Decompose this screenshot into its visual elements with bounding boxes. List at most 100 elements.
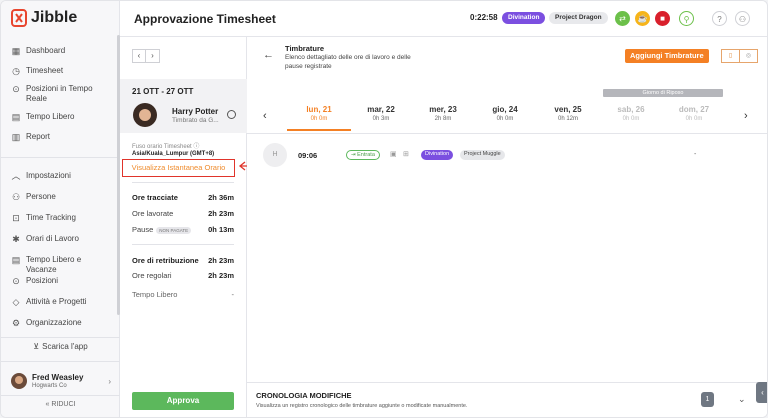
sidebar-divider [1,395,120,396]
previous-week-button[interactable]: ‹ [132,49,146,63]
timesheet-panel: ‹ › 21 OTT - 27 OTT Harry Potter Timbrat… [120,37,247,417]
day-tab-tue[interactable]: mar, 22 0h 3m [352,105,410,122]
report-icon: ▥ [11,132,21,142]
download-icon: ⊻ [33,342,40,351]
list-view-icon[interactable]: ▯ [722,50,739,62]
week-range: 21 OTT - 27 OTT [132,87,194,96]
sidebar-item-label: Organizzazione [26,318,82,327]
regular-hours-row: Ore regolari 2h 23m [132,271,234,280]
collapse-sidebar-button[interactable]: « RIDUCI [1,401,120,408]
sidebar-item-organization[interactable]: ⚙ Organizzazione [1,318,120,339]
day-tab-sun[interactable]: dom, 27 0h 0m [665,105,723,122]
sidebar-item-label: Impostazioni [26,171,71,180]
sidebar-item-locations[interactable]: ⊙ Posizioni [1,276,120,297]
sidebar-item-people[interactable]: ⚇ Persone [1,192,120,213]
nav-main: ▦ Dashboard ◷ Timesheet ⊙ Posizioni in T… [1,46,120,150]
sidebar-item-label: Tempo Libero e Vacanze [26,255,82,274]
rest-day-label: Giorno di Riposo [603,89,723,97]
dashboard-icon: ▦ [11,46,21,56]
location-icon: ⊙ [12,276,20,286]
pay-hours-row: Ore di retribuzione 2h 23m [132,256,234,265]
chevron-right-icon[interactable]: › [744,110,748,122]
entry-time[interactable]: 09:06 [298,151,317,160]
photo-icon: ⊞ [403,151,409,158]
gear-icon: ⚙ [11,318,21,328]
tracked-hours-row: Ore tracciate 2h 36m [132,193,234,202]
brand-name: Jibble [31,9,78,26]
sidebar-item-label: Tempo Libero [26,112,75,121]
location-icon: ⊙ [12,84,20,94]
sidebar-item-settings[interactable]: ︿ Impostazioni [1,171,120,192]
week-navigation: ‹ › [132,49,160,63]
switch-icon[interactable]: ⇄ [615,11,630,26]
download-app-button[interactable]: ⊻ Scarica l'app [1,342,120,351]
sidebar: Jibble ▦ Dashboard ◷ Timesheet ⊙ Posizio… [1,1,120,417]
sidebar-divider [1,337,120,338]
user-menu[interactable]: Fred Weasley Hogwarts Co › [11,371,111,391]
activity-chip[interactable]: Divination [502,12,546,24]
project-chip[interactable]: Project Dragon [549,12,608,24]
app-window: Jibble ▦ Dashboard ◷ Timesheet ⊙ Posizio… [0,0,768,418]
worked-hours-row: Ore lavorate 2h 23m [132,209,234,218]
sidebar-item-holidays[interactable]: ▤ Tempo Libero e Vacanze [1,255,120,276]
view-toggle: ▯ ◎ [721,49,758,63]
sidebar-item-label: Timesheet [26,66,64,75]
person-status: Timbrato da G... [172,117,219,124]
person-name: Harry Potter [172,107,219,116]
collapse-label: RIDUCI [51,401,76,408]
timezone-value: Asia/Kuala_Lumpur (GMT+8) [132,151,215,157]
approve-button[interactable]: Approva [132,392,234,410]
chevron-down-icon[interactable]: ⌄ [738,394,746,405]
calendar-icon: ▤ [11,255,21,265]
day-tab-thu[interactable]: gio, 24 0h 0m [476,105,534,122]
sidebar-item-timesheet[interactable]: ◷ Timesheet [1,66,120,84]
sidebar-item-time-off[interactable]: ▤ Tempo Libero [1,112,120,132]
select-radio[interactable] [227,110,236,119]
map-view-icon[interactable]: ◎ [739,50,757,62]
clock-in-user-icon[interactable]: ⚲ [679,11,694,26]
day-tab-mon[interactable]: lun, 21 0h 0m [290,105,348,122]
sidebar-divider [1,361,120,362]
sidebar-item-time-tracking[interactable]: ⊡ Time Tracking [1,213,120,234]
view-schedule-snapshot-link[interactable]: Visualizza Istantanea Orario [122,159,235,177]
day-tab-fri[interactable]: ven, 25 0h 12m [539,105,597,122]
topbar: Approvazione Timesheet 0:22:58 Divinatio… [120,1,767,37]
day-tab-wed[interactable]: mer, 23 2h 8m [414,105,472,122]
logo[interactable]: Jibble [11,9,77,27]
time-tracking-icon: ⊡ [12,213,20,223]
people-icon: ⚇ [11,192,21,202]
section-description: Elenco dettagliato delle ore di lavoro e… [285,54,411,70]
avatar [11,373,27,389]
active-day-indicator [287,129,351,131]
chevron-right-icon: › [108,376,111,386]
history-count-badge: 1 [701,392,714,407]
sidebar-item-report[interactable]: ▥ Report [1,132,120,150]
sidebar-item-dashboard[interactable]: ▦ Dashboard [1,46,120,66]
change-history-panel: CRONOLOGIA MODIFICHE Visualizza un regis… [247,382,767,417]
sidebar-item-label: Attività e Progetti [26,297,87,306]
pause-icon[interactable]: ☕ [635,11,650,26]
user-name: Fred Weasley [32,373,84,382]
clock-in-icon: ⇥ [351,152,356,158]
tag-icon: ◇ [12,297,20,307]
info-icon: ⓘ [193,144,200,150]
add-time-entries-button[interactable]: Aggiungi Timbrature [625,49,709,63]
people-icon[interactable]: ⚇ [735,11,750,26]
calendar-icon: ▤ [11,112,21,122]
entry-avatar: H [263,143,287,167]
unpaid-badge: NON PAGATE [156,226,192,234]
sidebar-item-live-locations[interactable]: ⊙ Posizioni in Tempo Reale [1,84,120,112]
next-week-button[interactable]: › [146,49,160,63]
stop-icon[interactable]: ■ [655,11,670,26]
sidebar-item-activities[interactable]: ◇ Attività e Progetti [1,297,120,318]
day-tab-sat[interactable]: sab, 26 0h 0m [602,105,660,122]
sidebar-item-label: Report [26,132,51,141]
activity-tag: Divination [421,150,454,160]
sidebar-item-label: Dashboard [26,46,66,55]
sidebar-item-work-schedules[interactable]: ✱ Orari di Lavoro [1,234,120,255]
download-label: Scarica l'app [42,342,88,351]
help-icon[interactable]: ? [712,11,727,26]
chevron-left-icon[interactable]: ‹ [263,110,267,122]
side-panel-toggle[interactable]: ‹ [756,382,767,403]
back-arrow-icon[interactable]: ← [263,49,274,61]
